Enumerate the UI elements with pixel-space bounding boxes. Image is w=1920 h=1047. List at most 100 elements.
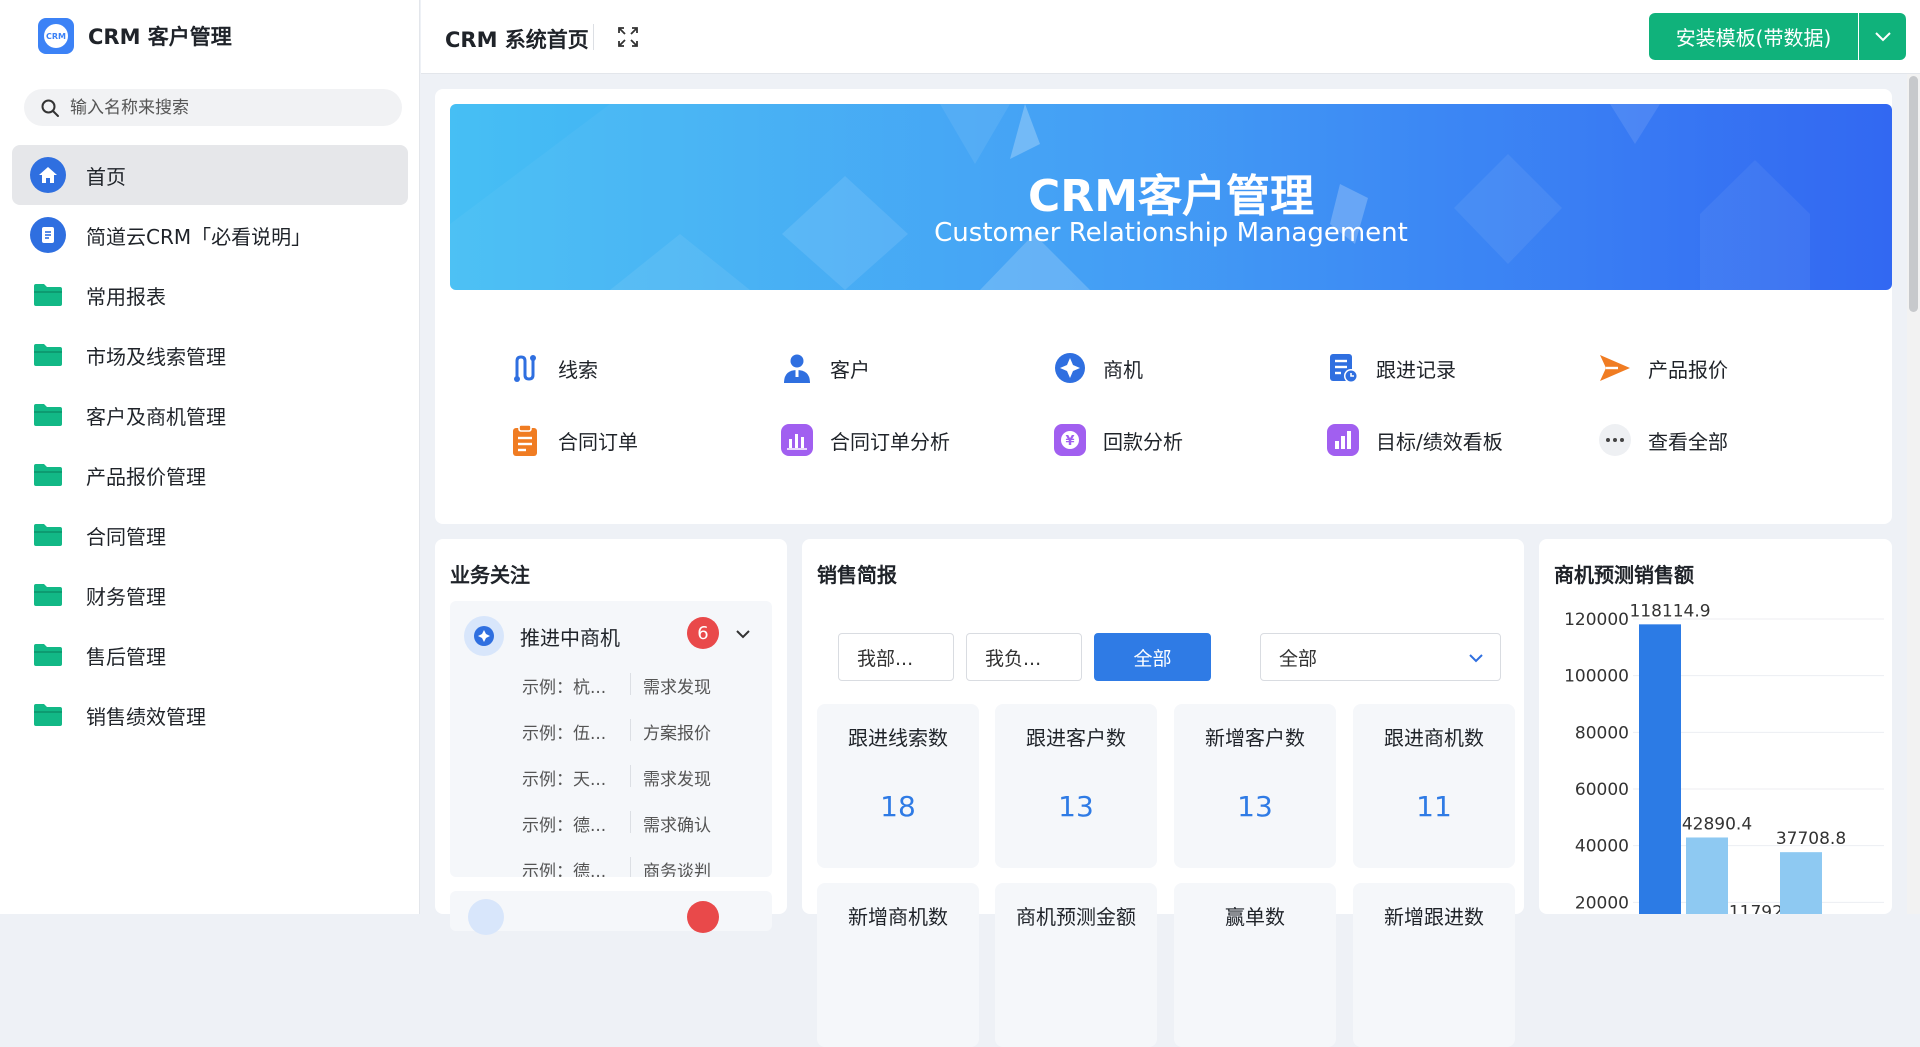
stat-label: 商机预测金额 <box>1016 905 1136 929</box>
sidebar-item-label: 合同管理 <box>86 524 166 549</box>
sidebar-item-customers[interactable]: 客户及商机管理 <box>12 385 408 445</box>
shortcut-label: 查看全部 <box>1648 429 1728 454</box>
folder-icon <box>34 704 62 726</box>
y-tick-label: 40000 <box>1575 837 1629 857</box>
stat-label: 新增客户数 <box>1205 726 1305 750</box>
shortcut-followups[interactable]: 跟进记录 <box>1326 351 1456 385</box>
scrollbar-thumb[interactable] <box>1909 76 1918 312</box>
focus-group-label: 推进中商机 <box>520 625 620 650</box>
sidebar-item-finance[interactable]: 财务管理 <box>12 565 408 625</box>
sidebar-item-aftersales[interactable]: 售后管理 <box>12 625 408 685</box>
folder-icon <box>34 584 62 606</box>
filter-owner[interactable]: 我负... <box>966 633 1082 681</box>
sidebar-item-label: 产品报价管理 <box>86 464 206 489</box>
divider <box>593 24 594 50</box>
top-card: CRM客户管理 Customer Relationship Management… <box>435 89 1892 524</box>
shortcut-label: 合同订单 <box>558 429 638 454</box>
filter-select[interactable]: 全部 <box>1260 633 1501 681</box>
sidebar-item-home[interactable]: 首页 <box>12 145 408 205</box>
folder-icon <box>34 524 62 546</box>
chevron-down-icon[interactable] <box>735 629 751 639</box>
sidebar-item-quotes[interactable]: 产品报价管理 <box>12 445 408 505</box>
list-item[interactable]: 示例：德... 商务谈判 <box>522 857 711 877</box>
install-dropdown-button[interactable] <box>1859 13 1906 60</box>
shortcut-order-analysis[interactable]: 合同订单分析 <box>780 423 950 457</box>
stat-leads[interactable]: 跟进线索数 18 <box>817 704 979 868</box>
stat-customers[interactable]: 跟进客户数 13 <box>995 704 1157 868</box>
shortcut-label: 合同订单分析 <box>830 429 950 454</box>
topbar: CRM 系统首页 安装模板(带数据) <box>421 0 1920 74</box>
select-value: 全部 <box>1279 647 1318 670</box>
list-item[interactable]: 示例：伍... 方案报价 <box>522 719 711 744</box>
focus-card: 业务关注 推进中商机 6 示例：杭... 需求发现 示例：伍... 方案报价 示例：… <box>435 539 787 935</box>
shortcut-leads[interactable]: 线索 <box>508 351 598 385</box>
stat-opportunities[interactable]: 跟进商机数 11 <box>1353 704 1515 868</box>
stat-new-opportunities[interactable]: 新增商机数 <box>817 883 979 1047</box>
shortcut-label: 商机 <box>1103 357 1143 382</box>
stat-value: 18 <box>880 790 916 823</box>
forecast-bar-chart: 20000 40000 60000 80000 100000 120000 118114.9… <box>1564 601 1884 914</box>
focus-group[interactable]: 推进中商机 6 示例：杭... 需求发现 示例：伍... 方案报价 示例：天... 需… <box>450 601 772 877</box>
forecast-card: 商机预测销售额 20000 40000 60000 80000 100000 120000… <box>1539 539 1892 914</box>
stat-won-deals[interactable]: 赢单数 <box>1174 883 1336 1047</box>
folder-icon <box>34 284 62 306</box>
filter-department[interactable]: 我部... <box>838 633 954 681</box>
y-tick-label: 100000 <box>1564 667 1629 687</box>
stat-forecast-amount[interactable]: 商机预测金额 <box>995 883 1157 1047</box>
yen-icon: ¥ <box>1054 424 1086 456</box>
chevron-down-icon <box>1469 654 1483 663</box>
shortcut-customers[interactable]: 客户 <box>780 351 870 385</box>
stat-value: 11 <box>1416 790 1452 823</box>
focus-group-header[interactable]: 推进中商机 <box>464 616 620 656</box>
data-label: 42890.4 <box>1682 814 1752 834</box>
clipboard-icon <box>513 424 537 456</box>
shortcut-opportunities[interactable]: 商机 <box>1053 351 1143 385</box>
sidebar-item-label: 客户及商机管理 <box>86 404 226 429</box>
bar <box>1686 837 1728 914</box>
search-box[interactable] <box>24 89 402 126</box>
shortcut-label: 回款分析 <box>1103 429 1183 454</box>
shortcut-quotes[interactable]: 产品报价 <box>1598 351 1728 385</box>
bar-chart-icon <box>781 424 813 456</box>
filter-all-button[interactable]: 全部 <box>1094 633 1211 681</box>
folder-icon <box>34 644 62 666</box>
list-item[interactable]: 示例：德... 需求确认 <box>522 811 711 836</box>
data-label: 118114.9 <box>1629 601 1710 621</box>
focus-group-2[interactable] <box>450 891 772 935</box>
page-title: CRM 系统首页 <box>445 28 589 52</box>
stat-new-followups[interactable]: 新增跟进数 <box>1353 883 1515 1047</box>
list-item[interactable]: 示例：杭... 需求发现 <box>522 673 711 698</box>
sidebar-item-label: 售后管理 <box>86 644 166 669</box>
bar <box>1780 852 1822 914</box>
fullscreen-icon[interactable] <box>617 26 639 48</box>
stat-label: 跟进商机数 <box>1384 726 1484 750</box>
sidebar-item-reports[interactable]: 常用报表 <box>12 265 408 325</box>
sidebar-item-performance[interactable]: 销售绩效管理 <box>12 685 408 745</box>
sidebar-item-guide[interactable]: 简道云CRM「必看说明」 <box>12 205 408 265</box>
stat-label: 新增商机数 <box>848 905 948 929</box>
card-title: 业务关注 <box>450 563 530 587</box>
shortcut-orders[interactable]: 合同订单 <box>508 423 638 457</box>
sidebar-item-market[interactable]: 市场及线索管理 <box>12 325 408 385</box>
shortcut-view-all[interactable]: 查看全部 <box>1598 423 1728 457</box>
document-icon <box>30 217 66 253</box>
sidebar-item-contracts[interactable]: 合同管理 <box>12 505 408 565</box>
search-input[interactable] <box>70 97 390 118</box>
brand-title: CRM 客户管理 <box>88 25 232 49</box>
brand[interactable]: CRM CRM 客户管理 <box>38 18 232 54</box>
install-template-button[interactable]: 安装模板(带数据) <box>1649 13 1858 60</box>
stat-value: 13 <box>1058 790 1094 823</box>
compass-icon <box>1055 353 1085 383</box>
shortcut-label: 产品报价 <box>1648 357 1728 382</box>
page-scrollbar[interactable] <box>1907 74 1920 914</box>
stat-label: 跟进线索数 <box>848 726 948 750</box>
data-label: 37708.8 <box>1776 829 1846 849</box>
y-tick-label: 80000 <box>1575 723 1629 743</box>
shortcut-kpi-board[interactable]: 目标/绩效看板 <box>1326 423 1503 457</box>
list-item[interactable]: 示例：天... 需求发现 <box>522 765 711 790</box>
shortcut-payment-analysis[interactable]: ¥ 回款分析 <box>1053 423 1183 457</box>
banner-title: CRM客户管理 <box>1028 171 1314 222</box>
sidebar-item-label: 首页 <box>86 164 126 189</box>
stat-new-customers[interactable]: 新增客户数 13 <box>1174 704 1336 868</box>
stat-label: 赢单数 <box>1225 905 1285 929</box>
